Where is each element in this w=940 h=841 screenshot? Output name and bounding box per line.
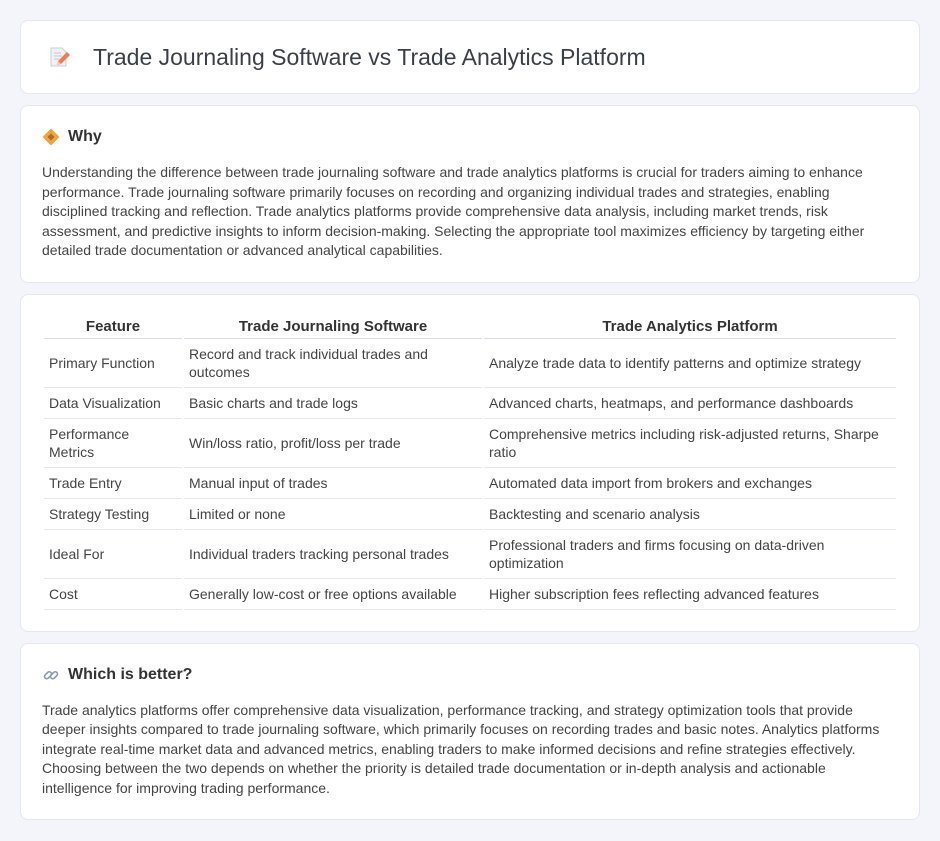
table-row: Cost Generally low-cost or free options … [44,579,896,610]
row-journaling: Limited or none [184,499,482,530]
row-journaling: Win/loss ratio, profit/loss per trade [184,419,482,468]
page-title: Trade Journaling Software vs Trade Analy… [93,43,646,70]
row-analytics: Backtesting and scenario analysis [484,499,896,530]
row-journaling: Record and track individual trades and o… [184,339,482,388]
table-row: Trade Entry Manual input of trades Autom… [44,468,896,499]
row-analytics: Comprehensive metrics including risk-adj… [484,419,896,468]
which-better-heading: Which is better? [42,666,898,684]
memo-pencil-icon [47,45,71,69]
why-section: Why Understanding the difference between… [20,105,920,283]
row-feature: Cost [44,579,182,610]
which-better-heading-label: Which is better? [68,665,193,683]
why-heading: Why [42,128,898,146]
row-feature: Ideal For [44,530,182,579]
table-header-row: Feature Trade Journaling Software Trade … [44,315,896,339]
why-heading-label: Why [68,128,102,145]
header-journaling: Trade Journaling Software [184,315,482,339]
row-feature: Primary Function [44,339,182,388]
row-feature: Trade Entry [44,468,182,499]
table-row: Primary Function Record and track indivi… [44,339,896,388]
row-feature: Strategy Testing [44,499,182,530]
row-journaling: Individual traders tracking personal tra… [184,530,482,579]
header-feature: Feature [44,315,182,339]
diamond-warning-icon [42,128,60,146]
which-better-section: Which is better? Trade analytics platfor… [20,642,920,820]
row-analytics: Automated data import from brokers and e… [484,468,896,499]
row-feature: Data Visualization [44,388,182,419]
why-text: Understanding the difference between tra… [42,164,865,258]
row-journaling: Manual input of trades [184,468,482,499]
header-card: Trade Journaling Software vs Trade Analy… [20,20,920,94]
row-analytics: Advanced charts, heatmaps, and performan… [484,388,896,419]
row-journaling: Generally low-cost or free options avail… [184,579,482,610]
link-icon [42,666,60,684]
row-feature: Performance Metrics [44,419,182,468]
row-journaling: Basic charts and trade logs [184,388,482,419]
table-row: Ideal For Individual traders tracking pe… [44,530,896,579]
table-row: Performance Metrics Win/loss ratio, prof… [44,419,896,468]
row-analytics: Analyze trade data to identify patterns … [484,339,896,388]
table-row: Data Visualization Basic charts and trad… [44,388,896,419]
table-row: Strategy Testing Limited or none Backtes… [44,499,896,530]
comparison-table: Feature Trade Journaling Software Trade … [42,315,898,610]
which-better-text: Trade analytics platforms offer comprehe… [42,701,880,796]
header-analytics: Trade Analytics Platform [484,315,896,339]
row-analytics: Higher subscription fees reflecting adva… [484,579,896,610]
comparison-table-card: Feature Trade Journaling Software Trade … [20,293,920,632]
row-analytics: Professional traders and firms focusing … [484,530,896,579]
